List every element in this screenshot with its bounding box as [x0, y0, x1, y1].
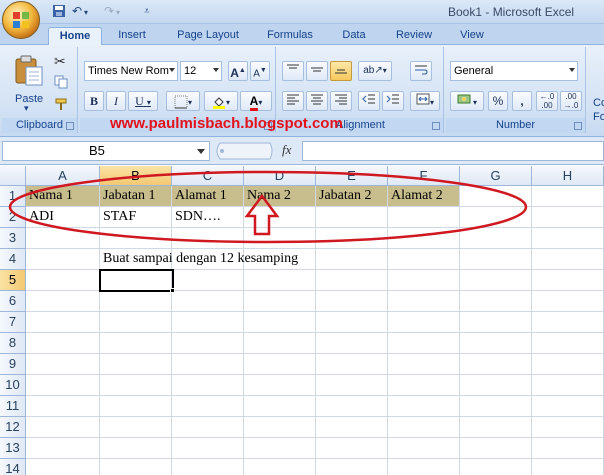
accounting-format-button[interactable]: ▾	[450, 91, 484, 111]
align-top-button[interactable]	[282, 61, 304, 81]
conditional-formatting-label-cut[interactable]: Co	[593, 97, 604, 109]
number-format-combo[interactable]: General	[450, 61, 578, 81]
align-right-button[interactable]	[330, 91, 352, 111]
align-right-icon	[335, 94, 347, 105]
tab-review[interactable]: Review	[388, 27, 440, 45]
ribbon-tabs: Home Insert Page Layout Formulas Data Re…	[0, 24, 604, 45]
format-as-table-label-cut[interactable]: Fo	[593, 111, 604, 123]
shrink-font-button[interactable]: A▼	[250, 61, 270, 81]
office-logo-icon	[13, 12, 29, 28]
name-box-value: B5	[89, 143, 105, 158]
cut-icon[interactable]: ✂	[54, 53, 66, 70]
paste-button[interactable]: Paste ▾	[8, 51, 48, 113]
undo-icon[interactable]: ↶	[72, 4, 82, 18]
tab-insert[interactable]: Insert	[110, 27, 154, 45]
percent-style-button[interactable]: %	[488, 91, 508, 111]
font-color-button[interactable]: A▾	[240, 91, 272, 111]
font-name-combo[interactable]: Times New Rom	[84, 61, 178, 81]
customize-toolbar-icon[interactable]: ⩡	[144, 6, 150, 17]
alignment-dialog-launcher[interactable]	[432, 122, 440, 130]
annotation-arrow-icon	[244, 193, 280, 236]
worksheet-grid: A B C D E F G H 1 2 3 4 5 6 7 8 9 10 11 12 13 14 Nama…	[0, 166, 604, 475]
underline-button[interactable]: U ▾	[128, 91, 158, 111]
font-name-value: Times New Rom	[88, 65, 169, 77]
window-title: Book1 - Microsoft Excel	[448, 5, 575, 19]
align-middle-button[interactable]	[306, 61, 328, 81]
chevron-down-icon	[169, 68, 175, 72]
undo-dropdown-icon[interactable]: ▾	[84, 8, 88, 17]
underline-label: U	[135, 94, 144, 108]
name-box[interactable]: B5	[2, 141, 210, 161]
decrease-indent-button[interactable]	[358, 91, 380, 111]
clipboard-group: Paste ▾ ✂ Clipboard	[2, 47, 78, 133]
formula-input[interactable]	[302, 141, 604, 161]
formula-bar-controls: fx	[214, 141, 302, 161]
shrink-font-icon: A	[253, 68, 260, 80]
save-icon[interactable]	[52, 4, 66, 21]
tab-formulas[interactable]: Formulas	[260, 27, 320, 45]
redo-icon[interactable]: ↷	[104, 4, 114, 18]
currency-icon	[457, 94, 471, 104]
watermark-text: www.paulmisbach.blogspot.com	[110, 115, 343, 132]
number-group-label: Number	[446, 118, 585, 133]
align-left-icon	[287, 94, 299, 105]
italic-button[interactable]: I	[106, 91, 126, 111]
align-bottom-button[interactable]	[330, 61, 352, 81]
redo-dropdown-icon[interactable]: ▾	[116, 8, 120, 17]
copy-icon[interactable]	[54, 75, 68, 92]
fill-color-icon	[212, 97, 225, 109]
borders-icon	[174, 95, 188, 109]
formula-bar: B5 fx	[0, 137, 604, 165]
chevron-down-icon	[197, 149, 205, 154]
chevron-down-icon	[213, 68, 219, 72]
paste-icon	[15, 55, 43, 86]
align-left-button[interactable]	[282, 91, 304, 111]
increase-indent-icon	[386, 94, 399, 104]
increase-decimal-button[interactable]: ←.0 .00	[536, 91, 558, 111]
align-top-icon	[287, 64, 299, 69]
tab-home[interactable]: Home	[48, 27, 102, 45]
chevron-down-icon	[569, 68, 575, 72]
grow-font-button[interactable]: A▲	[228, 61, 248, 81]
wrap-text-button[interactable]	[410, 61, 432, 81]
paste-label: Paste	[15, 93, 44, 105]
tab-page-layout[interactable]: Page Layout	[170, 27, 246, 45]
bold-button[interactable]: B	[84, 91, 104, 111]
clipboard-dialog-launcher[interactable]	[66, 122, 74, 130]
number-format-value: General	[454, 65, 494, 77]
tab-view[interactable]: View	[454, 27, 490, 45]
office-button[interactable]	[2, 1, 40, 39]
align-center-icon	[311, 94, 323, 105]
increase-indent-button[interactable]	[382, 91, 404, 111]
font-size-combo[interactable]: 12	[180, 61, 222, 81]
annotation-overlay	[8, 170, 528, 244]
tab-data[interactable]: Data	[336, 27, 372, 45]
paste-dropdown-icon: ▾	[24, 103, 29, 113]
decrease-indent-icon	[362, 94, 375, 104]
wrap-text-icon	[415, 65, 428, 75]
orientation-button[interactable]: ab↗▾	[358, 61, 392, 81]
orientation-icon: ab↗	[363, 65, 383, 76]
fill-color-button[interactable]: ▾	[204, 91, 238, 111]
title-bar: ↶ ▾ ↷ ▾ ⩡ Book1 - Microsoft Excel	[0, 0, 604, 24]
grow-font-icon: A	[230, 66, 239, 80]
align-center-button[interactable]	[306, 91, 328, 111]
font-size-value: 12	[184, 65, 197, 77]
number-dialog-launcher[interactable]	[574, 122, 582, 130]
format-painter-icon[interactable]	[54, 97, 68, 114]
align-middle-icon	[311, 67, 323, 72]
insert-function-button[interactable]: fx	[282, 142, 291, 158]
merge-center-icon	[416, 93, 430, 105]
decrease-decimal-button[interactable]: .00 →.0	[560, 91, 582, 111]
number-group: General ▾ % , ←.0 .00 .00 →.0 Number	[446, 47, 586, 133]
borders-button[interactable]: ▾	[166, 91, 200, 111]
formula-bar-expand-handle[interactable]	[214, 141, 274, 161]
merge-center-button[interactable]: ▾	[410, 91, 440, 111]
align-bottom-icon	[335, 69, 347, 74]
comma-style-button[interactable]: ,	[512, 91, 532, 111]
